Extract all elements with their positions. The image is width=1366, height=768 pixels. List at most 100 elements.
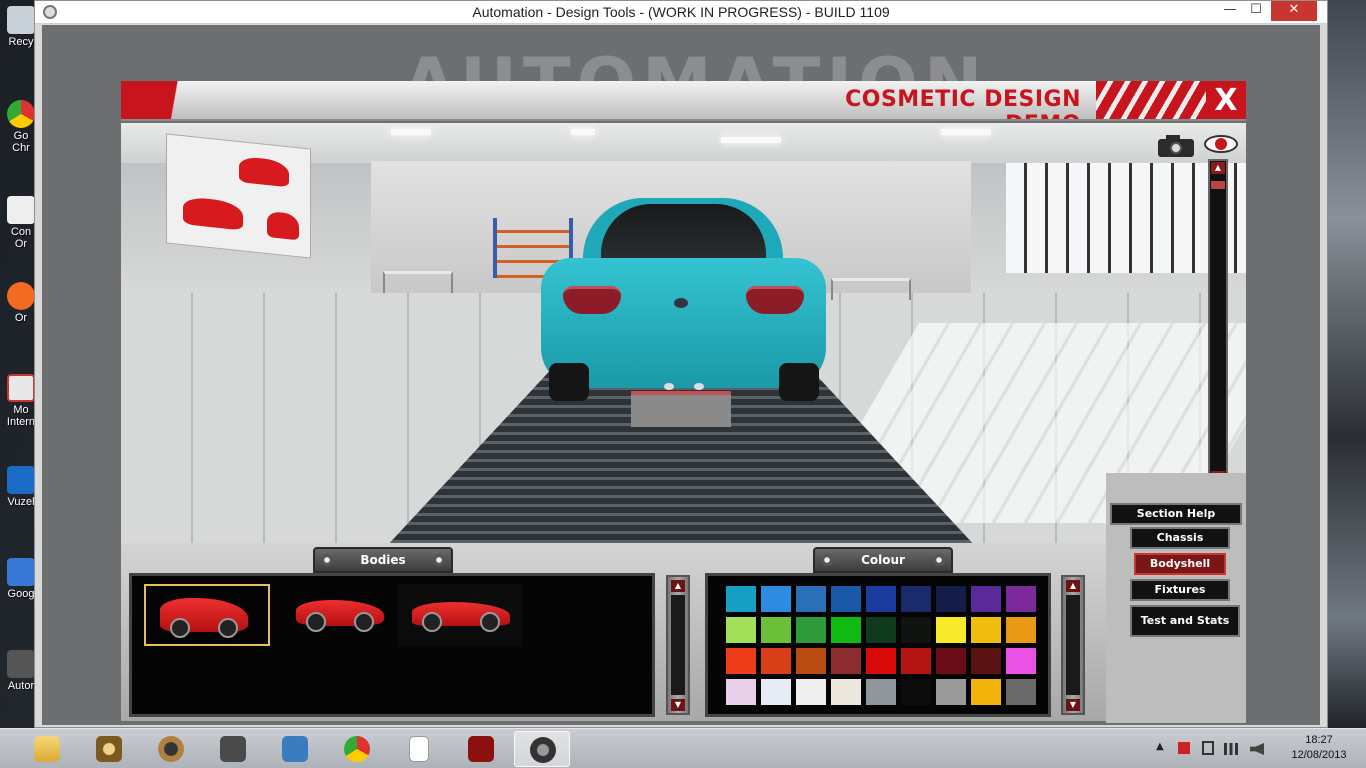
desktop-icon-origin[interactable]: Or xyxy=(4,282,38,324)
taskbar-file-explorer[interactable] xyxy=(22,731,72,767)
body-option-sports[interactable] xyxy=(398,584,522,646)
colour-swatch[interactable] xyxy=(796,679,826,705)
screenshot-button[interactable] xyxy=(1158,133,1194,157)
colour-swatch[interactable] xyxy=(971,586,1001,612)
show-hidden-icons-button[interactable]: ▲ xyxy=(1156,741,1164,752)
garage-3d-scene[interactable]: ▲ ▼ ✕ xyxy=(121,123,1246,543)
colour-swatch[interactable] xyxy=(726,648,756,674)
automation-app-icon xyxy=(530,737,556,763)
colour-swatch[interactable] xyxy=(761,679,791,705)
colour-swatch[interactable] xyxy=(761,617,791,643)
car-sketch-poster xyxy=(166,133,311,259)
desktop-icon-con[interactable]: Con Or xyxy=(4,196,38,250)
desktop-icon-chrome[interactable]: Go Chr xyxy=(4,100,38,154)
colour-swatch[interactable] xyxy=(971,679,1001,705)
taskbar-power-app[interactable] xyxy=(456,731,506,767)
car-model[interactable] xyxy=(541,198,826,408)
colour-swatch[interactable] xyxy=(866,679,896,705)
chrome-icon xyxy=(344,736,370,762)
colour-scrollbar[interactable]: ▲ ▼ xyxy=(1061,575,1085,715)
taskbar-speaker-app[interactable] xyxy=(146,731,196,767)
colour-swatch[interactable] xyxy=(901,679,931,705)
view-toggle-button[interactable] xyxy=(1204,135,1238,153)
clock-time: 18:27 xyxy=(1305,734,1333,746)
firefox-shortcut-icon xyxy=(7,374,35,402)
body-option-coupe[interactable] xyxy=(282,584,394,646)
colour-swatch[interactable] xyxy=(1006,648,1036,674)
desktop-icon-recycle-bin[interactable]: Recy xyxy=(4,6,38,48)
bodies-scroll-up[interactable]: ▲ xyxy=(671,580,685,592)
file-explorer-icon xyxy=(34,736,60,762)
google-shortcut-icon xyxy=(7,558,35,586)
colour-swatch[interactable] xyxy=(901,617,931,643)
nav-test-and-stats-button[interactable]: Test and Stats xyxy=(1130,605,1240,637)
colour-swatch[interactable] xyxy=(726,586,756,612)
ceiling-light xyxy=(721,137,781,143)
colour-swatch[interactable] xyxy=(796,617,826,643)
window-titlebar[interactable]: Automation - Design Tools - (WORK IN PRO… xyxy=(35,1,1327,24)
taskbar-control-panel[interactable] xyxy=(270,731,320,767)
bodies-scrollbar[interactable]: ▲ ▼ xyxy=(666,575,690,715)
desktop-icon-google[interactable]: Goog xyxy=(4,558,38,600)
colour-swatch[interactable] xyxy=(866,648,896,674)
colour-swatch[interactable] xyxy=(796,586,826,612)
colour-swatch[interactable] xyxy=(901,648,931,674)
panel-close-button[interactable]: X xyxy=(1206,81,1246,119)
system-clock[interactable]: 18:27 12/08/2013 xyxy=(1290,733,1348,763)
desktop-icon-automation[interactable]: Autor xyxy=(4,650,38,692)
colour-title: Colour xyxy=(861,553,905,567)
colour-palette xyxy=(705,573,1051,717)
section-help-button[interactable]: Section Help xyxy=(1110,503,1242,525)
desktop-icon-vuzel[interactable]: Vuzel xyxy=(4,466,38,508)
colour-swatch[interactable] xyxy=(866,617,896,643)
ceiling-light xyxy=(571,129,595,135)
colour-swatch[interactable] xyxy=(831,617,861,643)
colour-swatch[interactable] xyxy=(761,586,791,612)
colour-swatch[interactable] xyxy=(726,679,756,705)
clock-date: 12/08/2013 xyxy=(1291,749,1347,761)
network-tray-icon[interactable] xyxy=(1224,743,1238,755)
colour-swatch[interactable] xyxy=(796,648,826,674)
colour-swatch[interactable] xyxy=(1006,586,1036,612)
maximize-button[interactable]: ☐ xyxy=(1243,1,1269,21)
security-tray-icon[interactable] xyxy=(1178,742,1190,754)
nav-bodyshell-button[interactable]: Bodyshell xyxy=(1134,553,1226,575)
colour-swatch[interactable] xyxy=(936,617,966,643)
colour-swatch[interactable] xyxy=(831,679,861,705)
colour-swatch[interactable] xyxy=(761,648,791,674)
header-stripe-right xyxy=(1096,81,1206,119)
car-badge xyxy=(674,298,688,308)
bodies-scroll-down[interactable]: ▼ xyxy=(671,699,685,711)
colour-swatch[interactable] xyxy=(936,648,966,674)
taskbar-automation[interactable] xyxy=(514,731,570,767)
colour-scroll-down[interactable]: ▼ xyxy=(1066,699,1080,711)
nav-fixtures-button[interactable]: Fixtures xyxy=(1130,579,1230,601)
zoom-scroll-thumb[interactable] xyxy=(1211,181,1225,189)
colour-swatch[interactable] xyxy=(726,617,756,643)
colour-swatch[interactable] xyxy=(866,586,896,612)
volume-tray-icon[interactable] xyxy=(1250,743,1264,755)
colour-swatch[interactable] xyxy=(971,617,1001,643)
desktop-icon-mozilla[interactable]: Mo Intern xyxy=(4,374,38,428)
colour-swatch[interactable] xyxy=(971,648,1001,674)
battery-tray-icon[interactable] xyxy=(1202,741,1214,755)
taskbar-doc-app[interactable] xyxy=(208,731,258,767)
nav-chassis-button[interactable]: Chassis xyxy=(1130,527,1230,549)
colour-swatch[interactable] xyxy=(901,586,931,612)
colour-swatch[interactable] xyxy=(1006,617,1036,643)
taskbar-blank-document[interactable] xyxy=(394,731,444,767)
colour-swatch[interactable] xyxy=(831,586,861,612)
taskbar-steam[interactable] xyxy=(84,731,134,767)
colour-swatch[interactable] xyxy=(936,679,966,705)
colour-swatch[interactable] xyxy=(1006,679,1036,705)
colour-swatch[interactable] xyxy=(936,586,966,612)
colour-swatch[interactable] xyxy=(831,648,861,674)
zoom-scrollbar[interactable]: ▲ ▼ xyxy=(1208,159,1228,489)
body-option-hatchback[interactable] xyxy=(144,584,270,646)
section-nav: Section Help Chassis Bodyshell Fixtures … xyxy=(1106,473,1246,723)
taskbar-chrome[interactable] xyxy=(332,731,382,767)
zoom-up-arrow[interactable]: ▲ xyxy=(1211,162,1225,174)
minimize-button[interactable]: — xyxy=(1217,1,1243,21)
close-window-button[interactable]: ✕ xyxy=(1271,1,1317,21)
colour-scroll-up[interactable]: ▲ xyxy=(1066,580,1080,592)
